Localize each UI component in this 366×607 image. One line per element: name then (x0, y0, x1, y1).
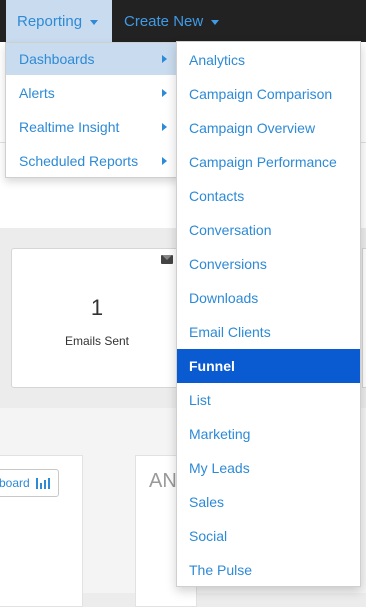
submenu-item-campaign-performance[interactable]: Campaign Performance (177, 145, 360, 179)
caret-down-icon (90, 19, 99, 25)
menu-item-alerts[interactable]: Alerts (6, 77, 178, 109)
submenu-item-conversation[interactable]: Conversation (177, 213, 360, 247)
chevron-right-icon (162, 89, 167, 97)
chevron-right-icon (162, 123, 167, 131)
top-navbar: Reporting Create New (0, 0, 366, 42)
nav-create-new-label: Create New (124, 13, 204, 30)
submenu-item-downloads[interactable]: Downloads (177, 281, 360, 315)
menu-item-label: Scheduled Reports (19, 153, 139, 169)
view-dashboard-button[interactable]: board (0, 469, 59, 497)
envelope-icon (161, 255, 173, 264)
submenu-item-email-clients[interactable]: Email Clients (177, 315, 360, 349)
menu-item-label: Realtime Insight (19, 119, 120, 135)
stat-card-emails-sent: 1 Emails Sent (11, 248, 183, 388)
bar-chart-icon (35, 478, 50, 490)
nav-reporting-label: Reporting (17, 13, 83, 30)
submenu-item-campaign-overview[interactable]: Campaign Overview (177, 111, 360, 145)
stat-card-partial (362, 248, 366, 388)
submenu-item-campaign-comparison[interactable]: Campaign Comparison (177, 77, 360, 111)
menu-item-dashboards[interactable]: Dashboards (6, 43, 178, 75)
menu-item-realtime-insight[interactable]: Realtime Insight (6, 111, 178, 143)
menu-item-scheduled-reports[interactable]: Scheduled Reports (6, 145, 178, 177)
submenu-item-my-leads[interactable]: My Leads (177, 451, 360, 485)
dashboards-submenu: Analytics Campaign Comparison Campaign O… (176, 41, 361, 587)
submenu-item-social[interactable]: Social (177, 519, 360, 553)
chevron-right-icon (162, 55, 167, 63)
submenu-item-marketing[interactable]: Marketing (177, 417, 360, 451)
nav-reporting[interactable]: Reporting (6, 0, 112, 42)
submenu-item-analytics[interactable]: Analytics (177, 43, 360, 77)
submenu-item-conversions[interactable]: Conversions (177, 247, 360, 281)
stat-value: 1 (90, 295, 104, 320)
submenu-item-contacts[interactable]: Contacts (177, 179, 360, 213)
stat-label: Emails Sent (64, 334, 130, 348)
submenu-item-funnel[interactable]: Funnel (177, 349, 360, 383)
submenu-item-list[interactable]: List (177, 383, 360, 417)
menu-item-label: Alerts (19, 85, 55, 101)
caret-down-icon (211, 19, 220, 25)
submenu-item-sales[interactable]: Sales (177, 485, 360, 519)
view-dashboard-label: board (0, 476, 30, 490)
panel-heading: AN (149, 470, 177, 492)
menu-item-label: Dashboards (19, 51, 95, 67)
nav-create-new[interactable]: Create New (124, 0, 220, 42)
chevron-right-icon (162, 157, 167, 165)
submenu-item-the-pulse[interactable]: The Pulse (177, 553, 360, 587)
reporting-dropdown-menu: Dashboards Alerts Realtime Insight Sched… (5, 42, 179, 178)
